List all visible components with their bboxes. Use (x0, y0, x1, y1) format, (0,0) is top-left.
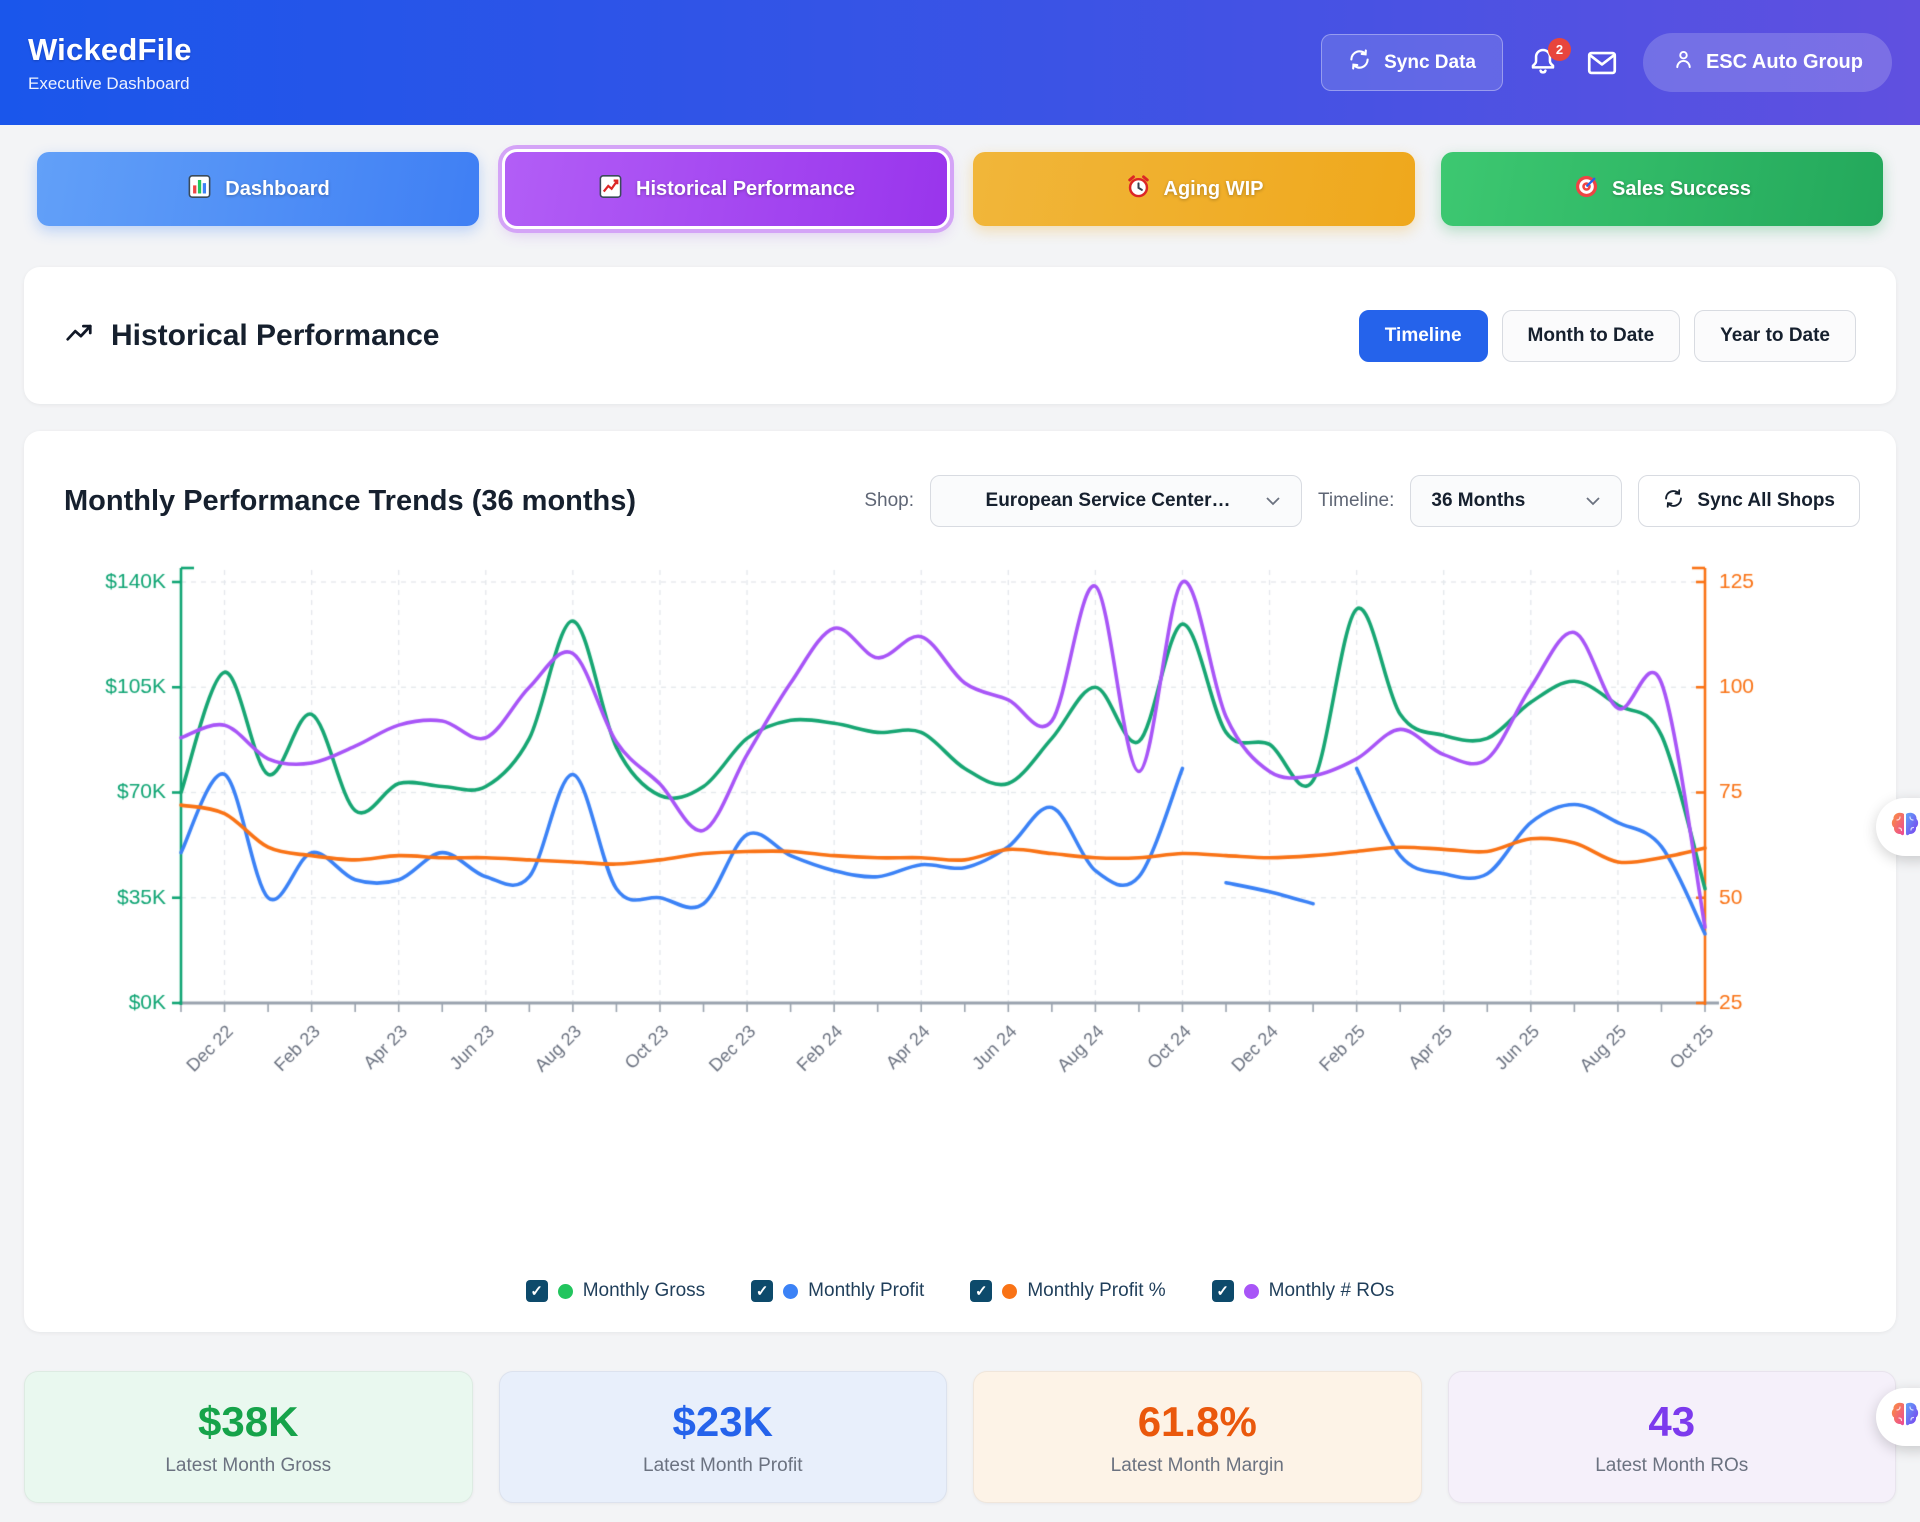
view-toggle-group: Timeline Month to Date Year to Date (1359, 310, 1856, 362)
refresh-icon (1663, 488, 1684, 515)
brain-icon (1889, 811, 1920, 844)
stat-cards-row: $38K Latest Month Gross $23K Latest Mont… (24, 1371, 1896, 1503)
month-to-date-button[interactable]: Month to Date (1502, 310, 1681, 362)
account-button[interactable]: ESC Auto Group (1643, 33, 1892, 92)
series-color-dot (1244, 1284, 1259, 1299)
stat-value: 43 (1648, 1398, 1695, 1446)
stat-latest-month-gross: $38K Latest Month Gross (24, 1371, 473, 1503)
stat-label: Latest Month Profit (643, 1455, 802, 1477)
app-header: WickedFile Executive Dashboard Sync Data… (0, 0, 1920, 125)
tab-dashboard-label: Dashboard (225, 178, 329, 201)
performance-chart[interactable] (54, 535, 1854, 1135)
mail-icon (1585, 67, 1619, 84)
section-title-block: Historical Performance (64, 318, 439, 353)
shop-select[interactable]: European Service Center… (930, 475, 1302, 527)
messages-button[interactable] (1585, 46, 1619, 80)
tab-aging-label: Aging WIP (1164, 178, 1264, 201)
header-actions: Sync Data 2 (1321, 33, 1892, 92)
timeline-select[interactable]: 36 Months (1410, 475, 1622, 527)
alarm-clock-icon (1125, 173, 1152, 206)
stat-label: Latest Month Gross (165, 1455, 331, 1477)
shop-label: Shop: (864, 490, 914, 512)
stat-value: 61.8% (1138, 1398, 1257, 1446)
checkbox-checked-icon (1212, 1280, 1234, 1302)
bell-icon (1527, 66, 1559, 83)
timeline-button[interactable]: Timeline (1359, 310, 1488, 362)
stat-value: $38K (198, 1398, 298, 1446)
checkbox-checked-icon (970, 1280, 992, 1302)
notification-badge: 2 (1548, 38, 1571, 61)
stat-latest-month-margin: 61.8% Latest Month Margin (973, 1371, 1422, 1503)
chevron-down-icon (1265, 490, 1281, 512)
stat-latest-month-ros: 43 Latest Month ROs (1448, 1371, 1897, 1503)
year-to-date-button[interactable]: Year to Date (1694, 310, 1856, 362)
app-subtitle: Executive Dashboard (28, 74, 192, 94)
account-name: ESC Auto Group (1706, 51, 1863, 74)
shop-select-value: European Service Center… (951, 490, 1265, 512)
brain-icon (1889, 1401, 1920, 1434)
chart-card: Monthly Performance Trends (36 months) S… (24, 431, 1896, 1332)
series-color-dot (783, 1284, 798, 1299)
brand-block: WickedFile Executive Dashboard (28, 32, 192, 94)
section-header-card: Historical Performance Timeline Month to… (24, 267, 1896, 404)
checkbox-checked-icon (526, 1280, 548, 1302)
chart-legend: Monthly Gross Monthly Profit Monthly Pro… (24, 1280, 1896, 1302)
series-color-dot (558, 1284, 573, 1299)
chart-increasing-icon (597, 173, 624, 206)
stat-label: Latest Month Margin (1111, 1455, 1284, 1477)
chart-title: Monthly Performance Trends (36 months) (64, 485, 636, 518)
tab-historical-label: Historical Performance (636, 178, 855, 201)
target-icon (1573, 173, 1600, 206)
tab-sales-label: Sales Success (1612, 178, 1751, 201)
stat-value: $23K (673, 1398, 773, 1446)
series-color-dot (1002, 1284, 1017, 1299)
legend-item-monthly-gross[interactable]: Monthly Gross (526, 1280, 705, 1302)
notifications-button[interactable]: 2 (1527, 45, 1561, 81)
tab-historical-performance[interactable]: Historical Performance (505, 152, 947, 226)
sync-all-shops-button[interactable]: Sync All Shops (1638, 475, 1860, 527)
legend-label: Monthly Profit (808, 1280, 924, 1302)
stat-latest-month-profit: $23K Latest Month Profit (499, 1371, 948, 1503)
tab-aging-wip[interactable]: Aging WIP (973, 152, 1415, 226)
refresh-icon (1348, 48, 1371, 77)
legend-item-monthly-profit[interactable]: Monthly Profit (751, 1280, 924, 1302)
legend-label: Monthly Profit % (1027, 1280, 1165, 1302)
bar-chart-icon (186, 173, 213, 206)
chart-controls: Shop: European Service Center… Timeline:… (864, 475, 1860, 527)
page-title: Historical Performance (111, 319, 439, 353)
trending-up-icon (64, 318, 94, 353)
stat-label: Latest Month ROs (1595, 1455, 1748, 1477)
main-tabs: Dashboard Historical Performance Aging W… (37, 152, 1883, 226)
app-title: WickedFile (28, 32, 192, 68)
sync-data-button[interactable]: Sync Data (1321, 34, 1503, 91)
timeline-select-value: 36 Months (1431, 490, 1525, 512)
tab-sales-success[interactable]: Sales Success (1441, 152, 1883, 226)
legend-item-monthly-ros[interactable]: Monthly # ROs (1212, 1280, 1395, 1302)
legend-item-monthly-profit-pct[interactable]: Monthly Profit % (970, 1280, 1165, 1302)
chevron-down-icon (1585, 490, 1601, 512)
checkbox-checked-icon (751, 1280, 773, 1302)
legend-label: Monthly Gross (583, 1280, 705, 1302)
legend-label: Monthly # ROs (1269, 1280, 1395, 1302)
person-icon (1672, 48, 1695, 77)
sync-all-shops-label: Sync All Shops (1697, 490, 1835, 512)
chart-header: Monthly Performance Trends (36 months) S… (64, 475, 1860, 527)
sync-data-label: Sync Data (1384, 52, 1476, 74)
timeline-label: Timeline: (1318, 490, 1394, 512)
tab-dashboard[interactable]: Dashboard (37, 152, 479, 226)
